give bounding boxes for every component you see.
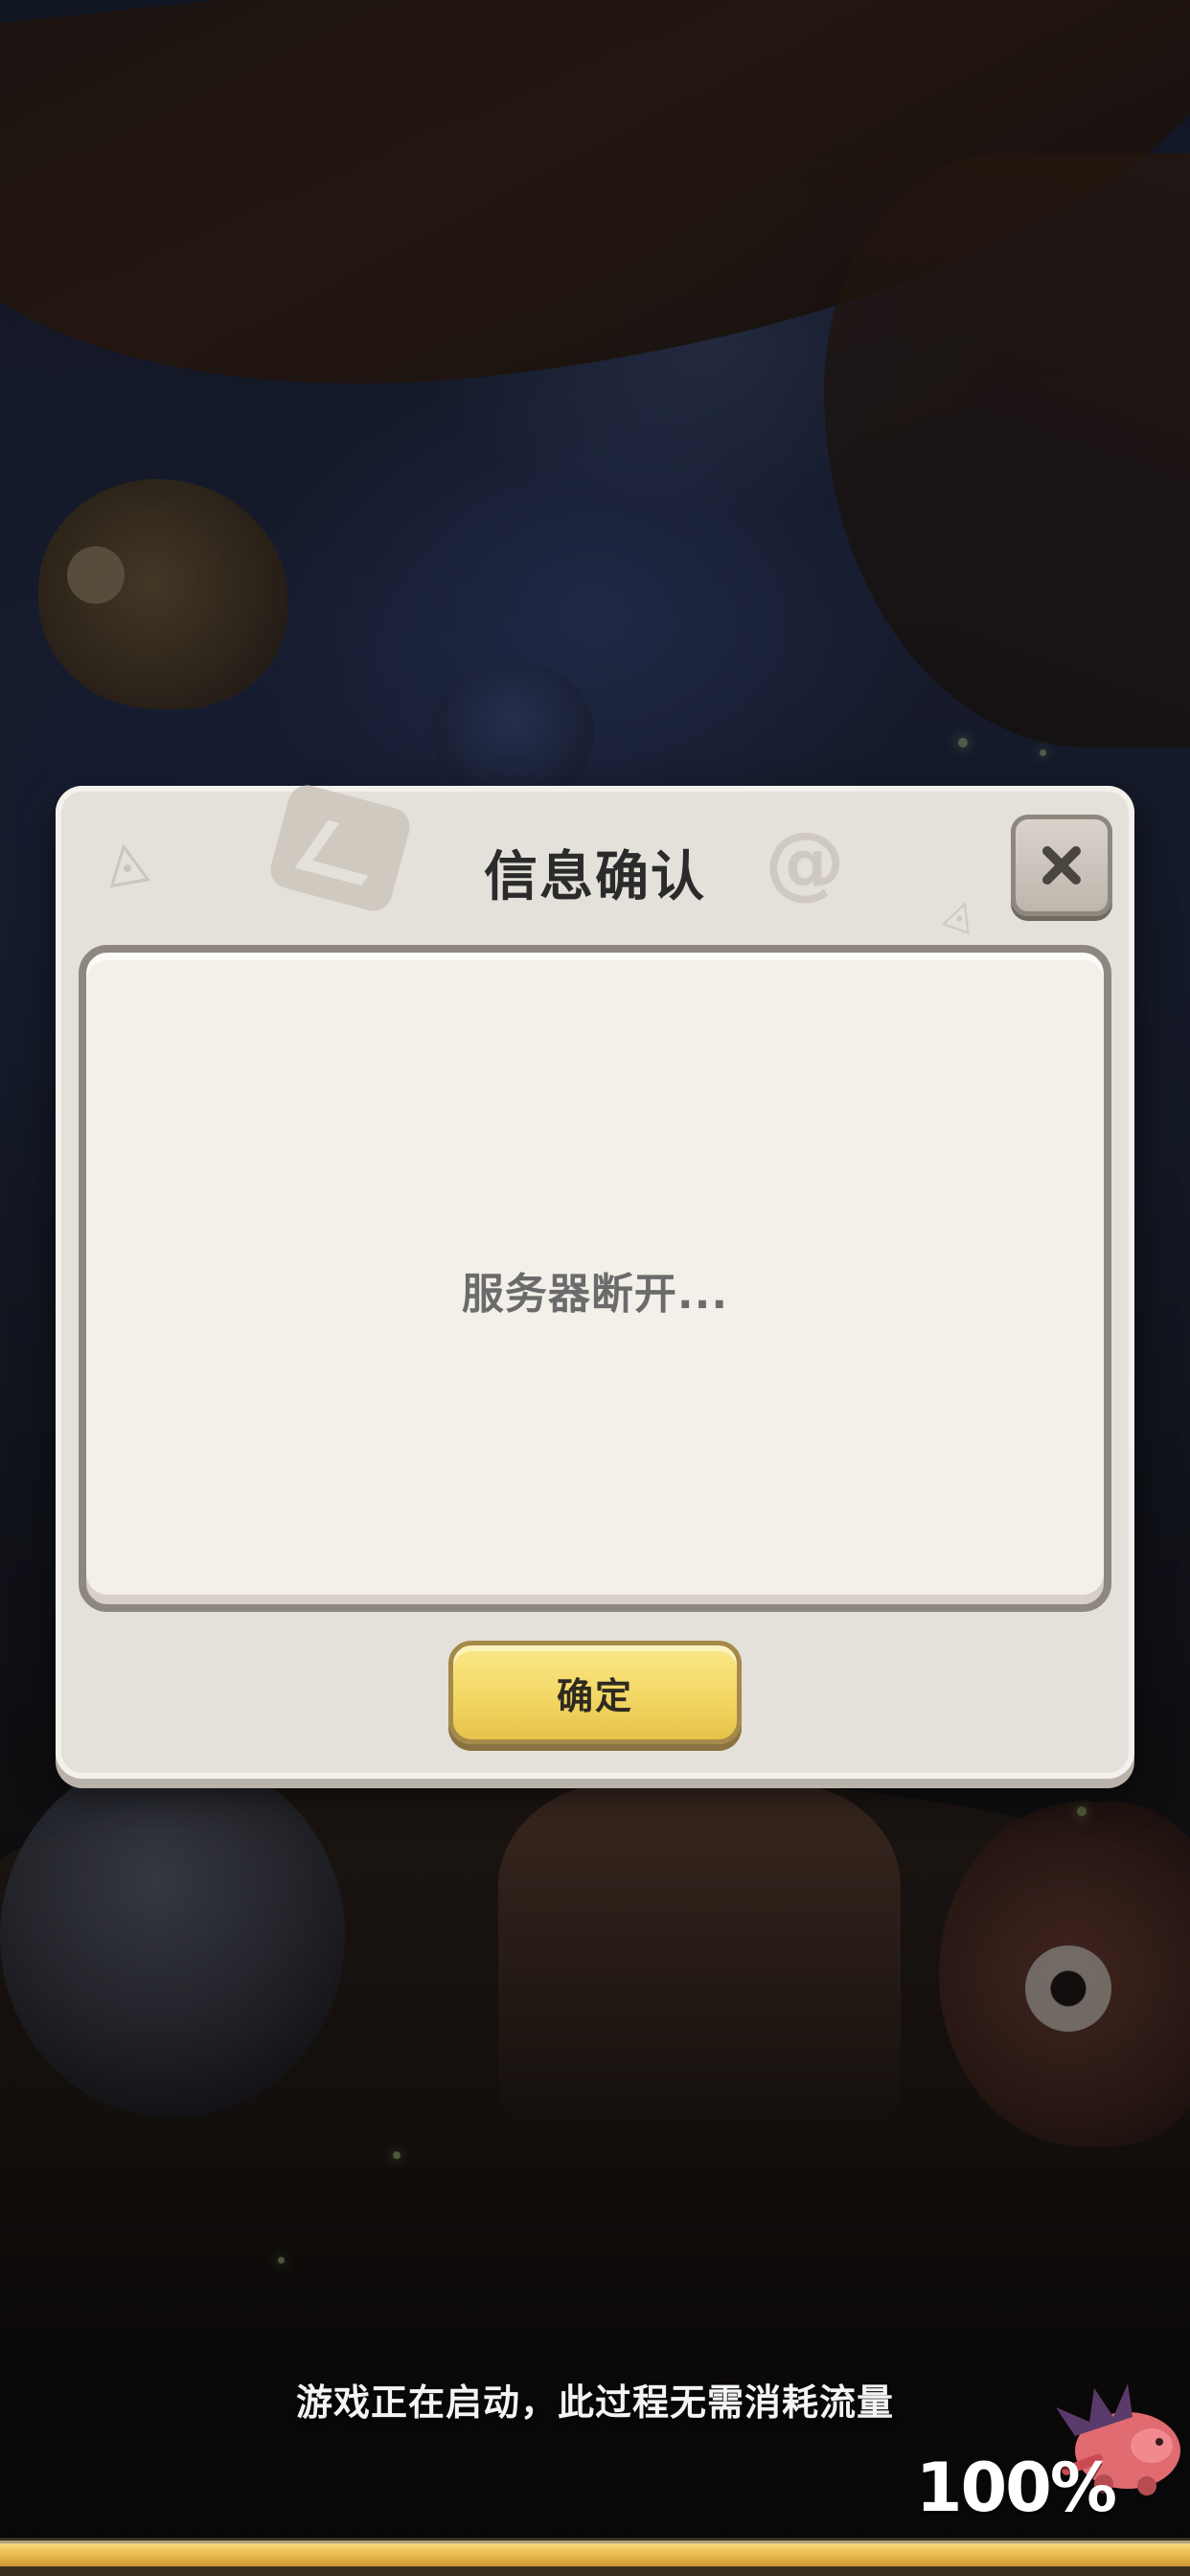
message-panel: 服务器断开...: [79, 945, 1111, 1612]
close-button[interactable]: [1011, 815, 1112, 916]
close-icon: [1042, 846, 1081, 885]
confirm-button-label: 确定: [556, 1674, 633, 1717]
loading-hint-text: 游戏正在启动，此过程无需消耗流量: [295, 2381, 894, 2424]
progress-percent: 100%: [915, 2449, 1117, 2527]
loading-progress-fill: [0, 2543, 1190, 2566]
confirm-button[interactable]: 确定: [448, 1641, 742, 1744]
game-loading-screen: ◬ @ ◬ 信息确认 服务器断开... 确定 游戏正在启动，此过程无需消耗流量 …: [0, 0, 1190, 2576]
dialog-title: 信息确认: [484, 846, 706, 908]
info-confirm-dialog: ◬ @ ◬ 信息确认 服务器断开... 确定: [56, 781, 1134, 1779]
dialog-message: 服务器断开...: [461, 1270, 729, 1319]
loading-progress-bar: [0, 2538, 1190, 2576]
